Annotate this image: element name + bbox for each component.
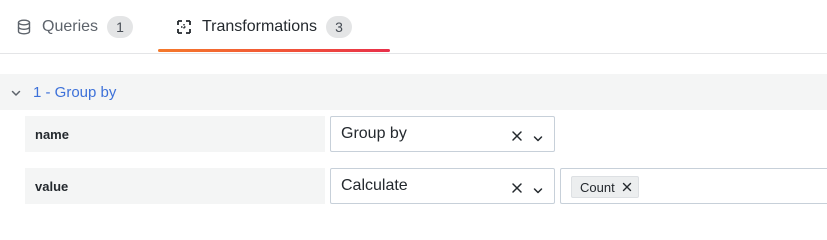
transformation-section-header[interactable]: 1 - Group by <box>0 74 827 110</box>
tab-queries-count-badge: 1 <box>107 16 134 38</box>
tab-queries[interactable]: Queries 1 <box>16 0 134 54</box>
tab-transformations-count-badge: 3 <box>326 16 352 38</box>
section-title: 1 - Group by <box>33 83 117 101</box>
value-calculate-select[interactable]: Calculate <box>330 168 555 204</box>
field-label-name: name <box>25 116 325 152</box>
select-value: Calculate <box>341 177 408 194</box>
close-icon[interactable] <box>511 129 523 141</box>
name-group-by-select[interactable]: Group by <box>330 116 555 152</box>
database-icon <box>16 19 32 35</box>
calculation-chip: Count <box>571 176 639 198</box>
chip-label: Count <box>580 179 615 195</box>
active-tab-indicator <box>158 49 390 52</box>
field-label-value: value <box>25 168 325 204</box>
tab-transformations[interactable]: Transformations 3 <box>176 0 352 54</box>
select-value: Group by <box>341 125 407 142</box>
chevron-down-icon[interactable] <box>533 131 543 142</box>
calculations-multi-select[interactable]: Count <box>560 168 827 204</box>
chevron-down-icon[interactable] <box>533 183 543 194</box>
remove-chip-icon[interactable] <box>622 182 632 192</box>
chevron-down-icon[interactable] <box>10 86 22 98</box>
tab-transformations-label: Transformations <box>202 18 317 35</box>
close-icon[interactable] <box>511 181 523 193</box>
query-tabs: Queries 1 Transformations 3 <box>0 0 827 54</box>
tab-queries-label: Queries <box>42 18 99 35</box>
transform-icon <box>176 19 192 35</box>
